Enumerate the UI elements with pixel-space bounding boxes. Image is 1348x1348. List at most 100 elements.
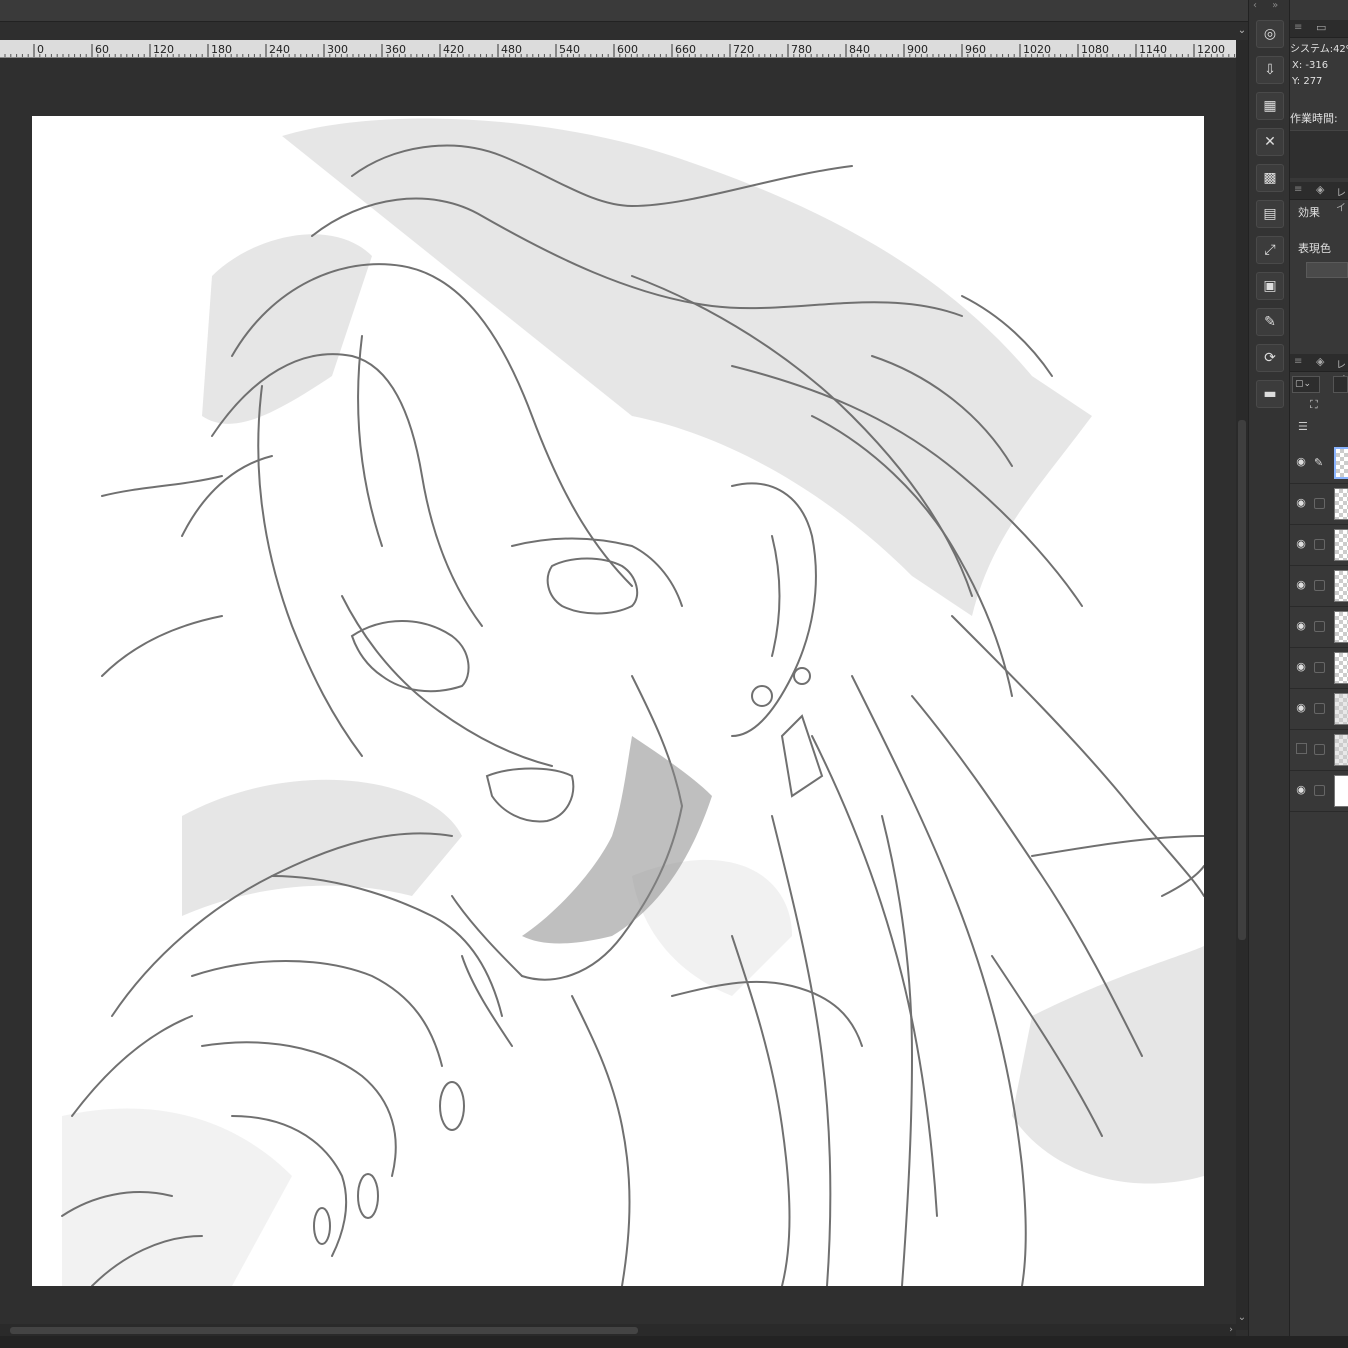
- layers-icon[interactable]: ◈: [1316, 355, 1324, 368]
- horizontal-scrollbar[interactable]: ›: [0, 1324, 1236, 1336]
- layer-row[interactable]: ◉: [1290, 771, 1348, 812]
- rotate-icon[interactable]: ⟳: [1256, 344, 1284, 372]
- layer-lock-toggle[interactable]: [1314, 580, 1325, 591]
- folder-icon[interactable]: ▣: [1256, 272, 1284, 300]
- ruler-label: 840: [849, 43, 870, 56]
- ruler-label: 420: [443, 43, 464, 56]
- layer-thumbnail: [1334, 488, 1348, 520]
- layer-lock-toggle[interactable]: [1314, 621, 1325, 632]
- ruler-label: 540: [559, 43, 580, 56]
- layer-lock-toggle[interactable]: [1314, 662, 1325, 673]
- opacity-field[interactable]: [1333, 376, 1348, 393]
- layer-thumbnail: [1334, 693, 1348, 725]
- horizontal-scroll-thumb[interactable]: [10, 1327, 638, 1334]
- ruler-label: 780: [791, 43, 812, 56]
- eye-icon[interactable]: ◉: [1294, 784, 1308, 796]
- work-time-box: [1290, 130, 1348, 178]
- ruler-label: 180: [211, 43, 232, 56]
- eye-icon[interactable]: ◉: [1294, 661, 1308, 673]
- navigator-icon[interactable]: ▭: [1316, 21, 1326, 34]
- grip-icon[interactable]: ≡: [1294, 184, 1302, 195]
- ruler-label: 240: [269, 43, 290, 56]
- ruler-label: 60: [95, 43, 109, 56]
- grip-icon[interactable]: ≡: [1294, 22, 1302, 33]
- chevron-down-icon[interactable]: ⌄: [1236, 22, 1248, 40]
- command-bar: [0, 0, 1248, 22]
- layer-thumbnail: [1334, 775, 1348, 807]
- pen-icon[interactable]: ✎: [1314, 457, 1325, 468]
- eye-icon[interactable]: ◉: [1294, 497, 1308, 509]
- expression-color-select[interactable]: [1306, 262, 1348, 278]
- timeline-icon[interactable]: ▤: [1256, 200, 1284, 228]
- ruler-label: 120: [153, 43, 174, 56]
- ruler-label: 360: [385, 43, 406, 56]
- eye-icon[interactable]: ◉: [1294, 620, 1308, 632]
- layer-list-icon[interactable]: ☰: [1298, 420, 1308, 433]
- layer-row[interactable]: ◉: [1290, 566, 1348, 607]
- layer-property-icon[interactable]: ◈: [1316, 183, 1324, 196]
- sketch-artwork: [61, 118, 1204, 1286]
- blend-mode-select[interactable]: ▢⌄: [1292, 376, 1320, 393]
- canvas-workspace[interactable]: [0, 58, 1236, 1324]
- layer-thumbnail: [1334, 734, 1348, 766]
- navigator-panel-header[interactable]: ≡ ▭: [1290, 20, 1348, 38]
- cursor-y-label: Y: 277: [1292, 76, 1323, 87]
- layer-lock-toggle[interactable]: [1314, 785, 1325, 796]
- layer-thumbnail: [1334, 652, 1348, 684]
- ruler-label: 1020: [1023, 43, 1051, 56]
- ruler-label: 900: [907, 43, 928, 56]
- material-icon[interactable]: ▩: [1256, 164, 1284, 192]
- eye-icon[interactable]: ◉: [1294, 538, 1308, 550]
- layer-property-panel-header[interactable]: ≡ ◈ レイ: [1290, 182, 1348, 214]
- layer-lock-toggle[interactable]: [1314, 744, 1325, 755]
- panel-icon-strip: ‹ » ◎ ⇩ ▦ ✕ ▩ ▤ ⤢ ▣ ✎ ⟳ ▬: [1248, 0, 1290, 1336]
- eye-icon[interactable]: ◉: [1294, 702, 1308, 714]
- layer-row[interactable]: ◉: [1290, 689, 1348, 730]
- drawing-canvas[interactable]: [32, 116, 1204, 1286]
- system-zoom-label: システム:42%: [1290, 44, 1348, 55]
- lock-layer-icon[interactable]: ⛶: [1310, 398, 1318, 412]
- layer-property-tab-label[interactable]: レイ: [1336, 184, 1348, 214]
- layer-row[interactable]: ◉ ✎: [1290, 443, 1348, 484]
- vertical-scrollbar[interactable]: ⌄: [1236, 40, 1248, 1330]
- ruler-label: 660: [675, 43, 696, 56]
- eye-icon[interactable]: ◉: [1294, 456, 1308, 468]
- ruler-label: 0: [37, 43, 44, 56]
- edit-icon[interactable]: ✎: [1256, 308, 1284, 336]
- status-bar: [0, 1336, 1348, 1348]
- layer-row[interactable]: ◉: [1290, 607, 1348, 648]
- transform-icon[interactable]: ⤢: [1256, 236, 1284, 264]
- collapse-arrows-icon[interactable]: ‹ »: [1253, 0, 1289, 14]
- ruler-label: 960: [965, 43, 986, 56]
- clip-studio-window: ⌄ 0 60 120 180 240 300 360 420 480 540 600 660 720 78…: [0, 0, 1348, 1348]
- grip-icon[interactable]: ≡: [1294, 356, 1302, 367]
- scroll-down-icon[interactable]: ⌄: [1236, 1312, 1248, 1326]
- ruler-ticks: 0 60 120 180 240 300 360 420 480 540 600 660 720 780 8…: [4, 43, 1236, 57]
- layer-panel-header[interactable]: ≡ ◈ レイ: [1290, 354, 1348, 386]
- expression-color-label: 表現色: [1298, 242, 1331, 255]
- layer-row[interactable]: [1290, 730, 1348, 771]
- layer-lock-toggle[interactable]: [1314, 498, 1325, 509]
- eye-icon[interactable]: ◉: [1294, 579, 1308, 591]
- layer-thumbnail: [1334, 570, 1348, 602]
- cursor-x-label: X: -316: [1292, 60, 1329, 71]
- layer-lock-toggle[interactable]: [1314, 539, 1325, 550]
- close-tab-icon[interactable]: ✕: [1256, 128, 1284, 156]
- layer-row[interactable]: ◉: [1290, 525, 1348, 566]
- navigator-icon[interactable]: ◎: [1256, 20, 1284, 48]
- layer-lock-toggle[interactable]: [1314, 703, 1325, 714]
- layer-grid-icon[interactable]: ▦: [1256, 92, 1284, 120]
- layer-row[interactable]: ◉: [1290, 648, 1348, 689]
- scroll-right-icon[interactable]: ›: [1226, 1324, 1236, 1336]
- vertical-scroll-thumb[interactable]: [1238, 420, 1246, 940]
- eye-hidden-icon[interactable]: [1296, 743, 1307, 754]
- ruler-label: 1140: [1139, 43, 1167, 56]
- ruler-label: 720: [733, 43, 754, 56]
- ruler-label: 300: [327, 43, 348, 56]
- horizontal-ruler: 0 60 120 180 240 300 360 420 480 540 600 660 720 780 8…: [0, 40, 1236, 58]
- ruler-label: 1080: [1081, 43, 1109, 56]
- layer-row[interactable]: ◉: [1290, 484, 1348, 525]
- panel-icon[interactable]: ▬: [1256, 380, 1284, 408]
- import-icon[interactable]: ⇩: [1256, 56, 1284, 84]
- work-time-label: 作業時間:: [1290, 112, 1338, 125]
